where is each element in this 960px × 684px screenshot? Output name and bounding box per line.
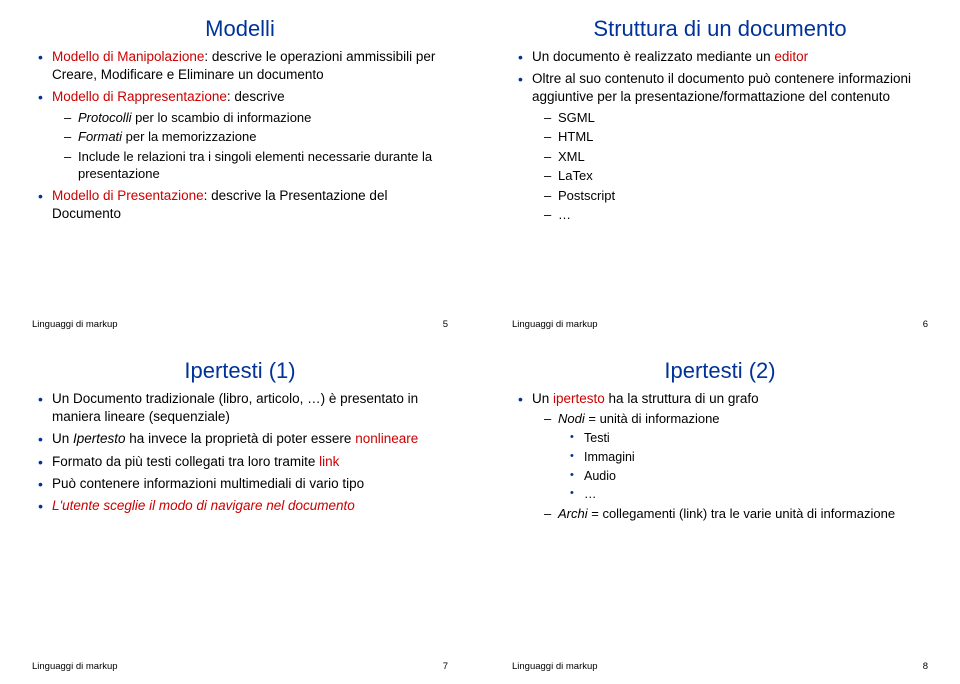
slide-8: Ipertesti (2) Un ipertesto ha la struttu… <box>480 342 960 684</box>
slide-body: Modello di Manipolazione: descrive le op… <box>28 48 452 319</box>
page-number: 8 <box>923 661 928 672</box>
bullet: Un documento è realizzato mediante un ed… <box>518 48 932 66</box>
page-number: 7 <box>443 661 448 672</box>
slide-body: Un ipertesto ha la struttura di un grafo… <box>508 390 932 661</box>
sub-bullet: … <box>544 206 932 224</box>
page-number: 6 <box>923 319 928 330</box>
sub-bullet: Postscript <box>544 187 932 205</box>
bullet: Può contenere informazioni multimediali … <box>38 475 452 493</box>
footer-label: Linguaggi di markup <box>32 661 118 672</box>
slide-6: Struttura di un documento Un documento è… <box>480 0 960 342</box>
footer-label: Linguaggi di markup <box>512 661 598 672</box>
sub-sub-bullet: Testi <box>570 430 932 447</box>
slide-footer: Linguaggi di markup 5 <box>28 319 452 334</box>
sub-sub-bullet: Audio <box>570 468 932 485</box>
bullet: Un ipertesto ha la struttura di un grafo… <box>518 390 932 523</box>
bullet: Un Ipertesto ha invece la proprietà di p… <box>38 430 452 448</box>
slide-title: Ipertesti (2) <box>508 358 932 384</box>
slide-footer: Linguaggi di markup 6 <box>508 319 932 334</box>
footer-label: Linguaggi di markup <box>512 319 598 330</box>
sub-sub-bullet: … <box>570 486 932 503</box>
slide-grid: Modelli Modello di Manipolazione: descri… <box>0 0 960 684</box>
sub-bullet: Formati per la memorizzazione <box>64 128 452 146</box>
bullet: Formato da più testi collegati tra loro … <box>38 453 452 471</box>
bullet: Modello di Manipolazione: descrive le op… <box>38 48 452 84</box>
slide-5: Modelli Modello di Manipolazione: descri… <box>0 0 480 342</box>
sub-bullet: Archi = collegamenti (link) tra le varie… <box>544 505 932 523</box>
slide-footer: Linguaggi di markup 7 <box>28 661 452 676</box>
slide-body: Un Documento tradizionale (libro, artico… <box>28 390 452 661</box>
slide-title: Struttura di un documento <box>508 16 932 42</box>
footer-label: Linguaggi di markup <box>32 319 118 330</box>
sub-bullet: HTML <box>544 128 932 146</box>
page-number: 5 <box>443 319 448 330</box>
sub-bullet: XML <box>544 148 932 166</box>
sub-bullet: LaTex <box>544 167 932 185</box>
bullet: Modello di Presentazione: descrive la Pr… <box>38 187 452 223</box>
bullet: Un Documento tradizionale (libro, artico… <box>38 390 452 426</box>
bullet: Modello di Rappresentazione: descrive Pr… <box>38 88 452 182</box>
slide-body: Un documento è realizzato mediante un ed… <box>508 48 932 319</box>
bullet: Oltre al suo contenuto il documento può … <box>518 70 932 224</box>
slide-title: Modelli <box>28 16 452 42</box>
slide-title: Ipertesti (1) <box>28 358 452 384</box>
sub-sub-bullet: Immagini <box>570 449 932 466</box>
sub-bullet: Protocolli per lo scambio di informazion… <box>64 109 452 127</box>
sub-bullet: SGML <box>544 109 932 127</box>
slide-7: Ipertesti (1) Un Documento tradizionale … <box>0 342 480 684</box>
slide-footer: Linguaggi di markup 8 <box>508 661 932 676</box>
bullet: L'utente sceglie il modo di navigare nel… <box>38 497 452 515</box>
sub-bullet: Nodi = unità di informazione Testi Immag… <box>544 410 932 503</box>
sub-bullet: Include le relazioni tra i singoli eleme… <box>64 148 452 183</box>
